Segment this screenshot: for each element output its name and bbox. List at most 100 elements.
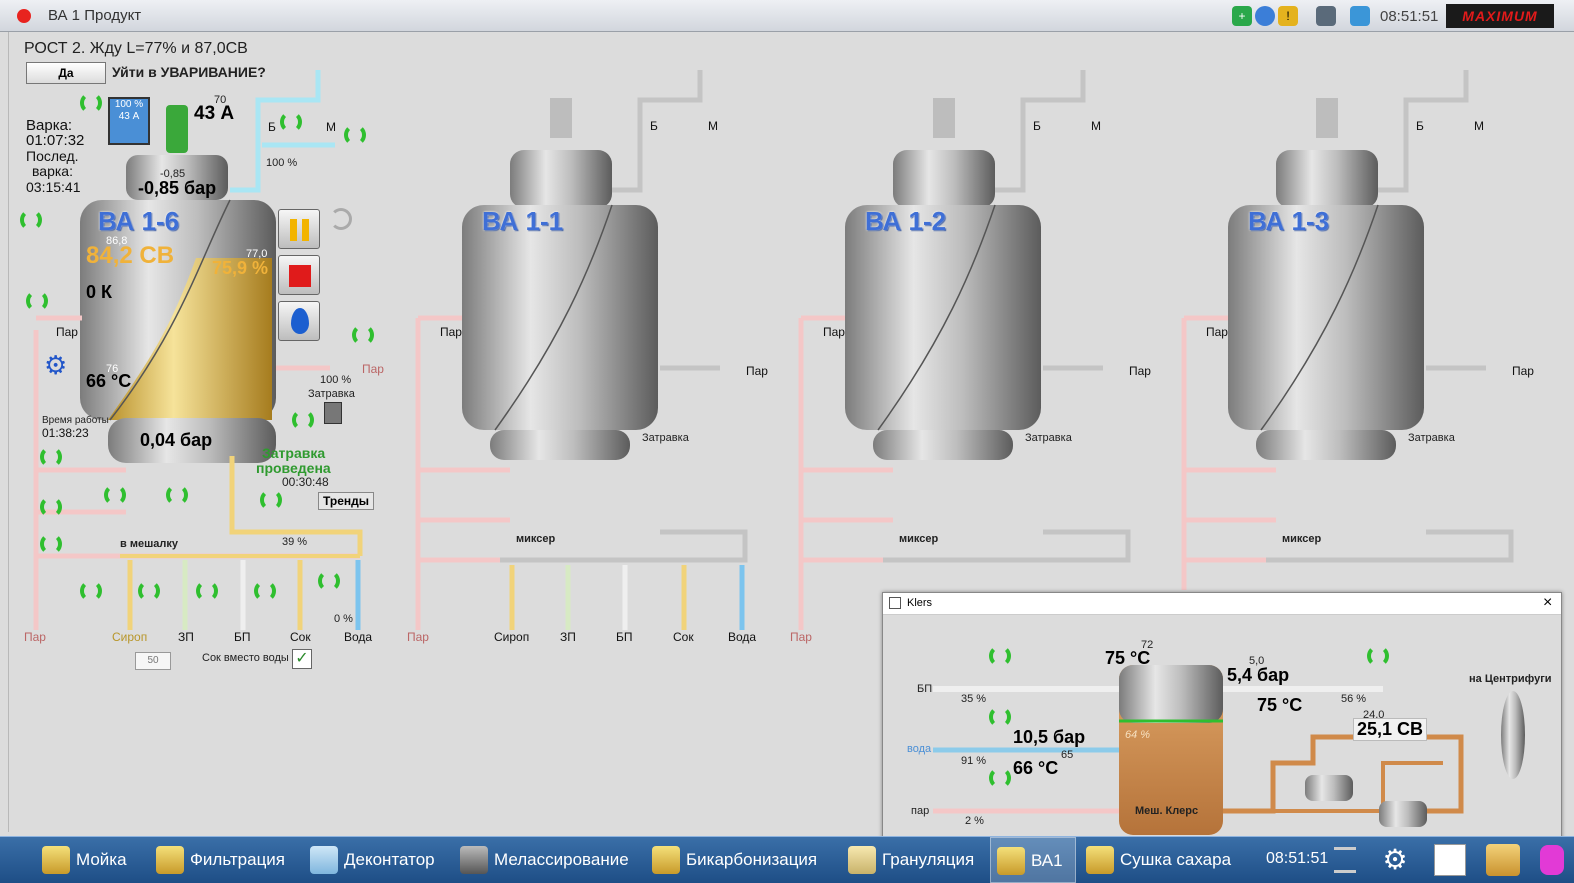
setpoint-input[interactable]: 50	[135, 652, 171, 670]
refresh-icon[interactable]	[104, 484, 126, 506]
pause-button[interactable]	[278, 209, 320, 249]
refresh-icon[interactable]	[318, 570, 340, 592]
refresh-icon[interactable]	[344, 124, 366, 146]
taskbar-item-va1[interactable]: ВА1	[990, 837, 1076, 883]
refresh-icon[interactable]	[80, 92, 102, 114]
taskbar-label: Сушка сахара	[1120, 850, 1232, 869]
trend-icon[interactable]	[1434, 844, 1466, 876]
bp-valve-pct: 35 %	[961, 693, 987, 705]
to-mixer-label: в мешалку	[120, 538, 178, 550]
feed-label-steam: Пар	[790, 630, 812, 644]
steam-label: Пар	[362, 362, 384, 376]
steam-label: Пар	[440, 325, 462, 339]
taskbar-label: Мелассирование	[494, 850, 629, 869]
tank-title-ba13: ВА 1-3	[1248, 206, 1330, 236]
label-m: М	[326, 120, 336, 134]
menu-icon[interactable]	[1334, 847, 1356, 873]
refresh-icon[interactable]	[138, 580, 160, 602]
stop-button[interactable]	[278, 255, 320, 295]
label-b: Б	[268, 120, 276, 134]
refresh-icon[interactable]	[196, 580, 218, 602]
status-line: РОСТ 2. Жду L=77% и 87,0СВ	[24, 40, 248, 57]
taskbar-label: Грануляция	[882, 850, 975, 869]
taskbar-item-filtration[interactable]: Фильтрация	[150, 837, 285, 883]
taskbar-item-decanter[interactable]: Деконтатор	[304, 837, 435, 883]
feed-label-syrup: Сироп	[112, 630, 148, 644]
refresh-icon[interactable]	[254, 580, 276, 602]
taskbar-label: Деконтатор	[344, 850, 435, 869]
worktime-label: Время работы	[42, 415, 109, 426]
steam-label: Пар	[746, 364, 768, 378]
gear-icon[interactable]: ⚙	[44, 350, 74, 380]
level-value: 75,9 %	[212, 258, 269, 278]
trends-button[interactable]: Тренды	[318, 492, 374, 510]
filter-icon	[156, 846, 184, 874]
water-temp-sp: 65	[1061, 749, 1074, 761]
window-icon	[889, 597, 901, 609]
taskbar-label: Мойка	[76, 850, 127, 869]
steam-label: Пар	[1129, 364, 1151, 378]
level-pct: 64 %	[1125, 729, 1151, 741]
refresh-icon[interactable]	[280, 111, 302, 133]
refresh-icon[interactable]	[352, 324, 374, 346]
label-m: М	[1091, 119, 1101, 133]
label-m: М	[708, 119, 718, 133]
yes-button[interactable]: Да	[26, 62, 106, 84]
close-icon[interactable]: ×	[1543, 594, 1552, 612]
water-button[interactable]	[278, 301, 320, 341]
steam-label: Пар	[56, 325, 78, 339]
refresh-icon[interactable]	[40, 533, 62, 555]
taskbar: Мойка Фильтрация Деконтатор Мелассирован…	[0, 836, 1574, 883]
taskbar-item-drying[interactable]: Сушка сахара	[1080, 837, 1231, 883]
klers-title-bar[interactable]: Klers ×	[883, 593, 1561, 615]
va1-icon	[997, 847, 1025, 875]
display-pct: 100 %	[114, 99, 144, 110]
water-valve-pct: 0 %	[334, 613, 353, 625]
engineer-icon[interactable]	[1486, 844, 1520, 876]
brix: 25,1 СВ	[1353, 718, 1428, 741]
last-cook-time: 03:15:41	[26, 179, 81, 195]
taskbar-item-granulation[interactable]: Грануляция	[842, 837, 974, 883]
refresh-icon[interactable]	[80, 580, 102, 602]
to-centrifuge-label: на Центрифуги	[1469, 673, 1552, 685]
refresh-icon[interactable]	[40, 496, 62, 518]
label-b: Б	[650, 119, 658, 133]
motor-amps: 43 А	[194, 103, 235, 124]
refresh-icon[interactable]	[989, 706, 1011, 728]
refresh-icon[interactable]	[40, 446, 62, 468]
mixer-name: Меш. Клерс	[1135, 805, 1199, 817]
label-b: Б	[1033, 119, 1041, 133]
feed-label-water: Вода	[344, 630, 373, 644]
refresh-icon[interactable]	[1367, 645, 1389, 667]
refresh-icon[interactable]	[26, 290, 48, 312]
juice-instead-water-checkbox[interactable]: ✓	[292, 649, 312, 669]
temp-right: 75 °C	[1257, 695, 1303, 715]
display-amps: 43 А	[118, 111, 140, 122]
steam-valve-pct: 2 %	[965, 815, 984, 827]
cook-time: 01:07:32	[26, 132, 85, 149]
worktime: 01:38:23	[42, 426, 89, 440]
klers-window[interactable]: Klers × БП 35 % вода 91 % пар 2 % 72 75 …	[882, 592, 1562, 840]
refresh-icon[interactable]	[166, 484, 188, 506]
refresh-icon[interactable]	[20, 209, 42, 231]
sync-icon[interactable]	[330, 208, 352, 230]
valve-top-pct: 100 %	[266, 157, 298, 169]
settings-icon[interactable]: ⚙	[1378, 843, 1412, 877]
taskbar-item-bicarb[interactable]: Бикарбонизация	[646, 837, 817, 883]
feed-label-water: Вода	[728, 630, 757, 644]
water-temp: 66 °C	[1013, 758, 1059, 778]
decanter-icon	[310, 846, 338, 874]
refresh-icon[interactable]	[989, 767, 1011, 789]
motor-display[interactable]: 100 % 43 А	[108, 97, 150, 145]
taskbar-item-wash[interactable]: Мойка	[36, 837, 127, 883]
touch-icon[interactable]	[1540, 845, 1564, 875]
drying-icon	[1086, 846, 1114, 874]
taskbar-item-molasses[interactable]: Мелассирование	[454, 837, 629, 883]
refresh-icon[interactable]	[989, 645, 1011, 667]
refresh-icon[interactable]	[260, 489, 282, 511]
feed-label-syrup: Сироп	[494, 630, 530, 644]
last-cook-label: Послед.	[26, 148, 79, 164]
feed-label-juice: Сок	[290, 630, 311, 644]
refresh-icon[interactable]	[292, 409, 314, 431]
klers-diagram	[933, 665, 1525, 835]
